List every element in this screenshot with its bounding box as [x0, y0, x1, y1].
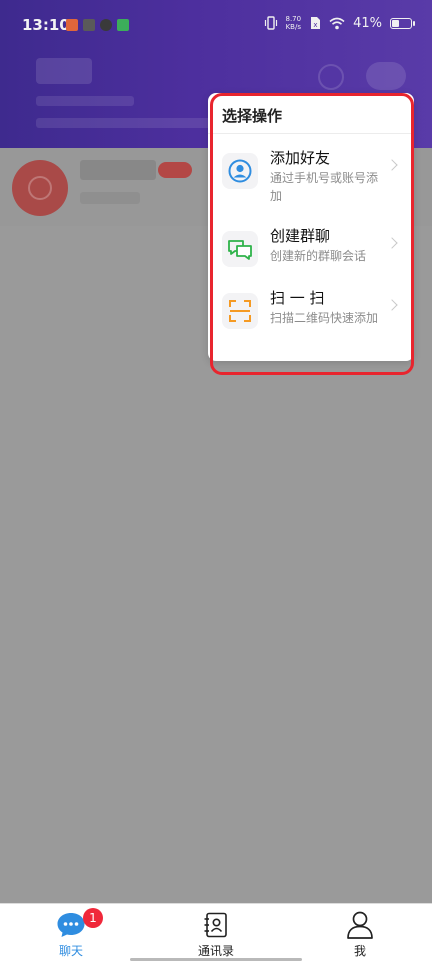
header-title-placeholder: [36, 58, 92, 84]
nav-item-contacts[interactable]: 通讯录: [161, 904, 271, 964]
battery-icon: [390, 17, 415, 29]
person-icon: [222, 153, 258, 189]
unread-badge: 1: [83, 908, 103, 928]
status-bar: 13:10 8.70 KB/s x 41%: [0, 10, 432, 40]
chat-icon: [57, 913, 85, 937]
action-popup-menu: 选择操作 添加好友 通过手机号或账号添加 创建群聊 创建新的群聊会话 扫 一 扫…: [208, 93, 414, 361]
wifi-icon: [329, 17, 345, 29]
menu-item-description: 扫描二维码快速添加: [270, 311, 379, 325]
chevron-right-icon: [386, 159, 398, 171]
menu-item-add-friend[interactable]: 添加好友 通过手机号或账号添加: [208, 145, 414, 211]
vibrate-icon: [264, 16, 277, 30]
chat-name-placeholder: [80, 160, 156, 180]
chevron-right-icon: [386, 237, 398, 249]
group-avatar-icon: [28, 176, 52, 200]
battery-level: [392, 19, 399, 27]
nav-label: 聊天: [58, 944, 83, 958]
chat-bubbles-icon: [222, 231, 258, 267]
menu-item-label: 扫 一 扫: [270, 289, 325, 307]
chat-preview-placeholder: [80, 192, 140, 204]
nav-item-chat[interactable]: 1 聊天: [16, 904, 126, 964]
menu-item-scan[interactable]: 扫 一 扫 扫描二维码快速添加: [208, 285, 414, 351]
menu-item-label: 创建群聊: [270, 227, 331, 245]
scan-icon: [222, 293, 258, 329]
svg-text:x: x: [314, 21, 318, 29]
notification-icons: [66, 19, 129, 31]
menu-item-label: 添加好友: [270, 149, 331, 167]
header-subtitle-placeholder: [36, 96, 134, 106]
app-notification-icon: [83, 19, 95, 31]
net-speed-value: 8.70: [285, 15, 302, 23]
nav-label: 我: [353, 944, 366, 958]
menu-item-description: 创建新的群聊会话: [270, 249, 367, 263]
popup-divider: [208, 133, 414, 134]
popup-title: 选择操作: [222, 107, 283, 125]
sim-icon: x: [311, 17, 321, 29]
nav-item-me[interactable]: 我: [305, 904, 415, 964]
search-icon[interactable]: [318, 64, 344, 90]
chat-tag-placeholder: [158, 162, 192, 178]
link-notification-icon: [100, 19, 112, 31]
header-info-placeholder: [36, 118, 216, 128]
nav-label: 通讯录: [197, 944, 234, 958]
status-right: 8.70 KB/s x 41%: [264, 15, 415, 31]
menu-item-description: 通过手机号或账号添加: [270, 171, 379, 203]
weibo-notification-icon: [66, 19, 78, 31]
menu-item-create-group[interactable]: 创建群聊 创建新的群聊会话: [208, 223, 414, 289]
message-notification-icon: [117, 19, 129, 31]
home-indicator: [130, 958, 302, 961]
contacts-icon: [204, 912, 227, 938]
battery-percent: 41%: [353, 15, 382, 31]
add-menu-button[interactable]: [366, 62, 406, 90]
chevron-right-icon: [386, 299, 398, 311]
profile-icon: [347, 911, 373, 939]
net-speed: 8.70 KB/s: [286, 15, 302, 31]
net-speed-unit: KB/s: [285, 23, 301, 31]
status-time: 13:10: [22, 16, 70, 34]
bottom-nav: 1 聊天 通讯录 我: [0, 903, 432, 964]
